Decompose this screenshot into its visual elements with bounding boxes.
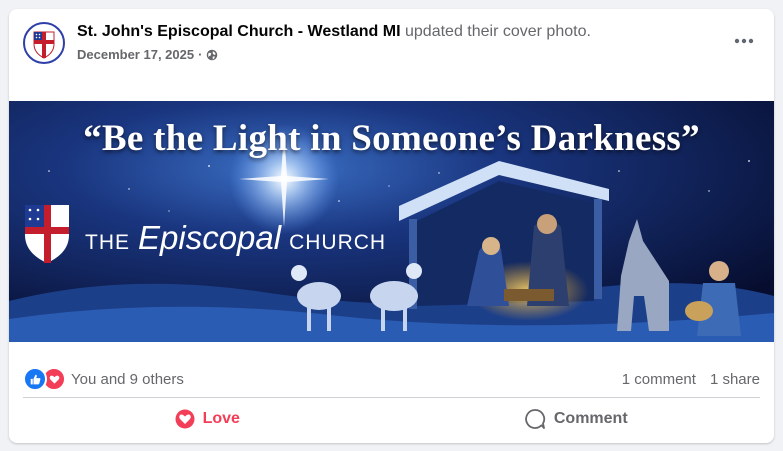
- globe-icon[interactable]: [206, 49, 218, 61]
- banner-brand: THE Episcopal CHURCH: [85, 219, 386, 257]
- love-reaction-icon: [175, 409, 195, 429]
- post-card: St. John's Episcopal Church - Westland M…: [9, 9, 774, 443]
- shares-count[interactable]: 1 share: [710, 371, 760, 388]
- post-meta: December 17, 2025 ·: [77, 47, 218, 62]
- page-name-link[interactable]: St. John's Episcopal Church - Westland M…: [77, 23, 401, 40]
- stats-right: 1 comment 1 share: [622, 371, 760, 388]
- comment-button[interactable]: Comment: [392, 400, 761, 438]
- comment-label: Comment: [553, 410, 628, 427]
- page-avatar[interactable]: [23, 22, 65, 64]
- reactions-text: You and 9 others: [71, 370, 184, 388]
- reactions-summary[interactable]: You and 9 others: [23, 367, 184, 391]
- post-date[interactable]: December 17, 2025: [77, 47, 194, 62]
- like-icon: [23, 367, 47, 391]
- comments-count[interactable]: 1 comment: [622, 371, 696, 388]
- actions-divider: [23, 397, 760, 398]
- meta-separator: ·: [198, 47, 203, 62]
- post-action-text: updated their cover photo.: [405, 23, 591, 40]
- love-label: Love: [202, 410, 240, 427]
- more-options-button[interactable]: [728, 27, 760, 55]
- brand-the: THE: [85, 231, 130, 254]
- post-actions: Love Comment: [23, 400, 760, 438]
- love-button[interactable]: Love: [23, 400, 392, 438]
- banner-headline: “Be the Light in Someone’s Darkness”: [83, 118, 700, 159]
- cover-photo[interactable]: “Be the Light in Someone’s Darkness” THE…: [9, 101, 774, 342]
- brand-episcopal: Episcopal: [138, 219, 282, 256]
- post-title: St. John's Episcopal Church - Westland M…: [77, 23, 591, 41]
- comment-icon: [525, 409, 545, 429]
- episcopal-shield-icon: [33, 31, 55, 59]
- more-options-icon: [734, 38, 754, 44]
- brand-church: CHURCH: [289, 231, 387, 254]
- post-stats: You and 9 others 1 comment 1 share: [23, 367, 760, 391]
